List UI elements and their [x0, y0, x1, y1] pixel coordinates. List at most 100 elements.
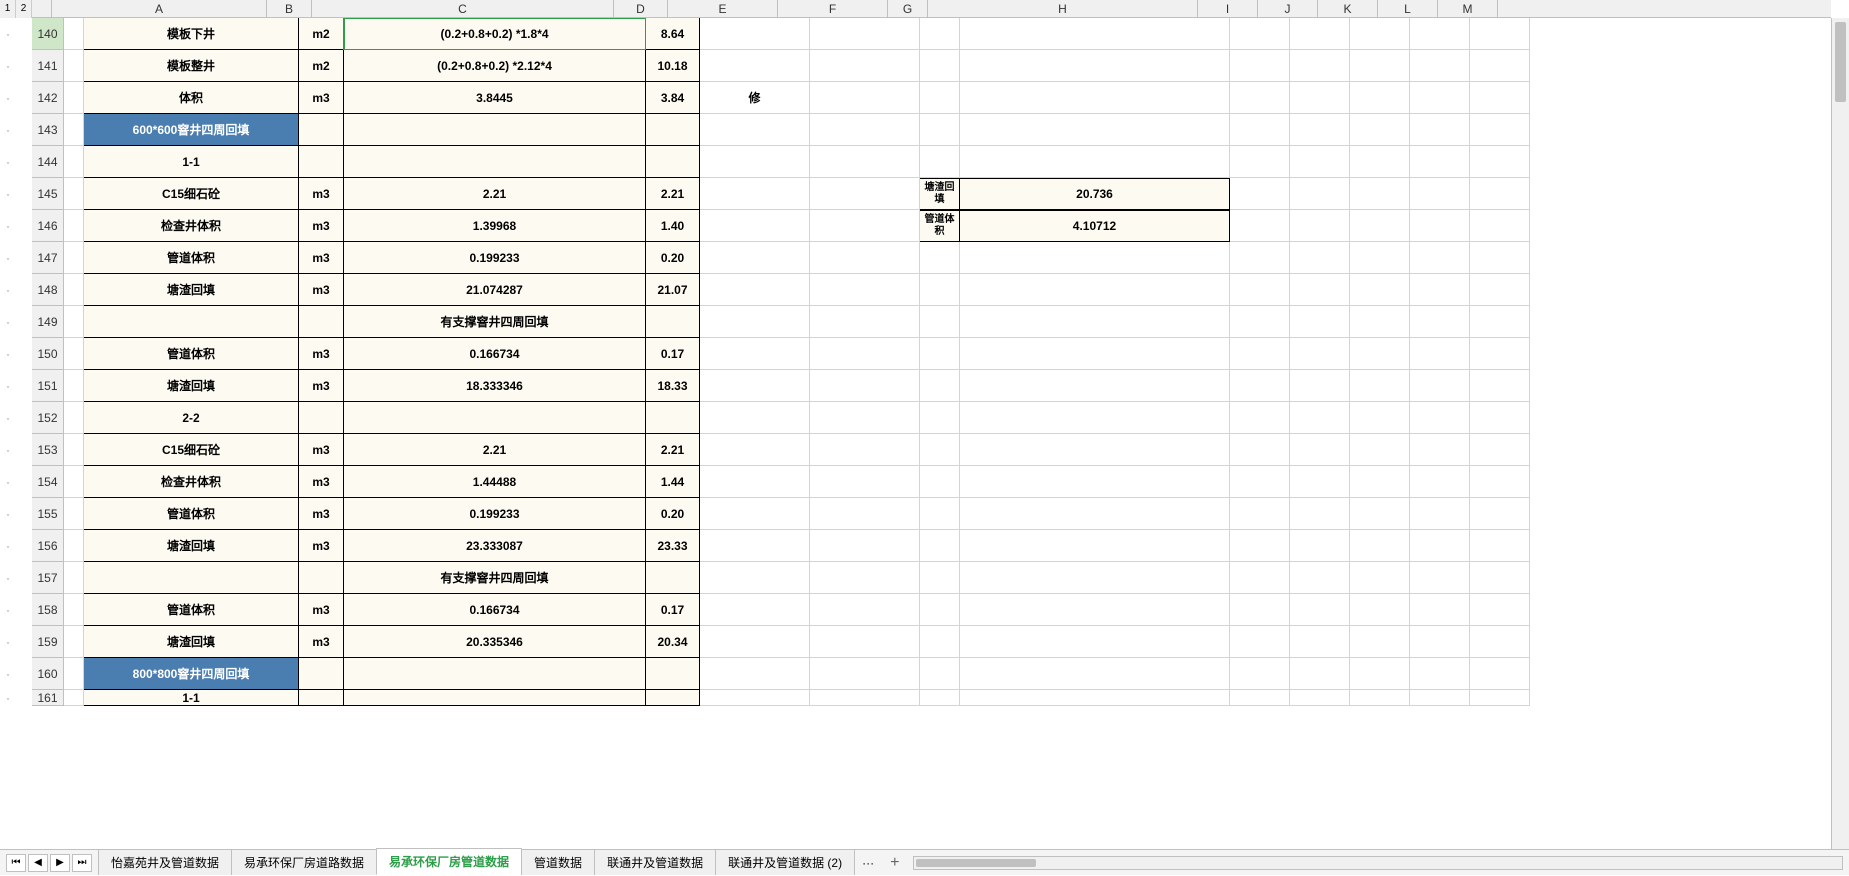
cell-I[interactable] [1230, 498, 1290, 530]
cell-K[interactable] [1350, 370, 1410, 402]
cell-M[interactable] [1470, 146, 1530, 178]
cell[interactable] [64, 594, 84, 626]
column-header-H[interactable]: H [928, 0, 1198, 17]
outline-dot[interactable]: · [0, 242, 16, 274]
cell-H[interactable] [960, 498, 1230, 530]
cell-G[interactable] [920, 434, 960, 466]
cell-G[interactable] [920, 370, 960, 402]
column-header-gutter[interactable] [32, 0, 52, 17]
outline-dot[interactable]: · [0, 466, 16, 498]
tab-add-button[interactable]: + [882, 850, 907, 876]
row-header[interactable]: 150 [32, 338, 64, 370]
cell-E[interactable] [700, 434, 810, 466]
cell-F[interactable] [810, 466, 920, 498]
column-header-L[interactable]: L [1378, 0, 1438, 17]
cell-I[interactable] [1230, 658, 1290, 690]
cell-M[interactable] [1470, 690, 1530, 706]
cell-H[interactable]: 4.10712 [960, 210, 1230, 242]
cell-E[interactable] [700, 530, 810, 562]
row-header[interactable]: 156 [32, 530, 64, 562]
cell-G[interactable] [920, 498, 960, 530]
row-header[interactable]: 143 [32, 114, 64, 146]
sheet-tab[interactable]: 怡嘉苑井及管道数据 [98, 849, 232, 875]
cell-J[interactable] [1290, 690, 1350, 706]
cell-I[interactable] [1230, 82, 1290, 114]
cell-E[interactable] [700, 690, 810, 706]
cell-M[interactable] [1470, 658, 1530, 690]
cell-J[interactable] [1290, 242, 1350, 274]
cell-F[interactable] [810, 434, 920, 466]
cell-G[interactable] [920, 50, 960, 82]
cell[interactable] [64, 498, 84, 530]
cell-G[interactable] [920, 402, 960, 434]
cell-F[interactable] [810, 18, 920, 50]
cell-M[interactable] [1470, 594, 1530, 626]
cell-J[interactable] [1290, 370, 1350, 402]
cell-J[interactable] [1290, 402, 1350, 434]
cell-K[interactable] [1350, 338, 1410, 370]
row-header[interactable]: 147 [32, 242, 64, 274]
cell-L[interactable] [1410, 690, 1470, 706]
column-header-A[interactable]: A [52, 0, 267, 17]
cell-L[interactable] [1410, 210, 1470, 242]
cell-B[interactable]: m3 [299, 178, 344, 210]
cell-E[interactable] [700, 594, 810, 626]
cell-D[interactable]: 1.44 [646, 466, 700, 498]
row-header[interactable]: 158 [32, 594, 64, 626]
cell-K[interactable] [1350, 530, 1410, 562]
cell-C[interactable] [344, 658, 646, 690]
cell-H[interactable] [960, 306, 1230, 338]
cell-I[interactable] [1230, 466, 1290, 498]
cell-F[interactable] [810, 338, 920, 370]
row-header[interactable]: 157 [32, 562, 64, 594]
cell-J[interactable] [1290, 146, 1350, 178]
outline-level-2[interactable]: 2 [16, 0, 32, 18]
outline-dot[interactable]: · [0, 82, 16, 114]
cell-G[interactable] [920, 306, 960, 338]
cell-I[interactable] [1230, 306, 1290, 338]
cell[interactable] [64, 242, 84, 274]
cell-B[interactable]: m3 [299, 370, 344, 402]
cell-D[interactable] [646, 306, 700, 338]
cell-L[interactable] [1410, 658, 1470, 690]
cell-B[interactable] [299, 114, 344, 146]
cell-D[interactable]: 18.33 [646, 370, 700, 402]
cell-G[interactable] [920, 242, 960, 274]
cell-F[interactable] [810, 498, 920, 530]
cell-C[interactable]: 18.333346 [344, 370, 646, 402]
cell-H[interactable] [960, 82, 1230, 114]
cell-C[interactable]: 1.44488 [344, 466, 646, 498]
row-header[interactable]: 146 [32, 210, 64, 242]
cell-I[interactable] [1230, 370, 1290, 402]
cell-M[interactable] [1470, 626, 1530, 658]
cell-J[interactable] [1290, 658, 1350, 690]
cell-L[interactable] [1410, 370, 1470, 402]
cell-F[interactable] [810, 210, 920, 242]
cell-F[interactable] [810, 530, 920, 562]
cell-L[interactable] [1410, 466, 1470, 498]
cell-D[interactable]: 0.17 [646, 594, 700, 626]
cell-I[interactable] [1230, 338, 1290, 370]
cell-E[interactable] [700, 562, 810, 594]
row-header[interactable]: 149 [32, 306, 64, 338]
cell-K[interactable] [1350, 306, 1410, 338]
cell-B[interactable]: m2 [299, 50, 344, 82]
cell-C[interactable] [344, 690, 646, 706]
cell-I[interactable] [1230, 434, 1290, 466]
outline-level-1[interactable]: 1 [0, 0, 16, 18]
cell-H[interactable] [960, 530, 1230, 562]
cell-L[interactable] [1410, 114, 1470, 146]
cell-I[interactable] [1230, 146, 1290, 178]
cell-K[interactable] [1350, 562, 1410, 594]
cell-F[interactable] [810, 82, 920, 114]
cell-L[interactable] [1410, 530, 1470, 562]
cell-F[interactable] [810, 114, 920, 146]
cell-A[interactable]: C15细石砼 [84, 178, 299, 210]
cell-E[interactable] [700, 338, 810, 370]
cell-G[interactable] [920, 338, 960, 370]
cell-D[interactable] [646, 146, 700, 178]
cell-B[interactable]: m3 [299, 498, 344, 530]
cell-M[interactable] [1470, 434, 1530, 466]
outline-dot[interactable]: · [0, 498, 16, 530]
cell-J[interactable] [1290, 626, 1350, 658]
